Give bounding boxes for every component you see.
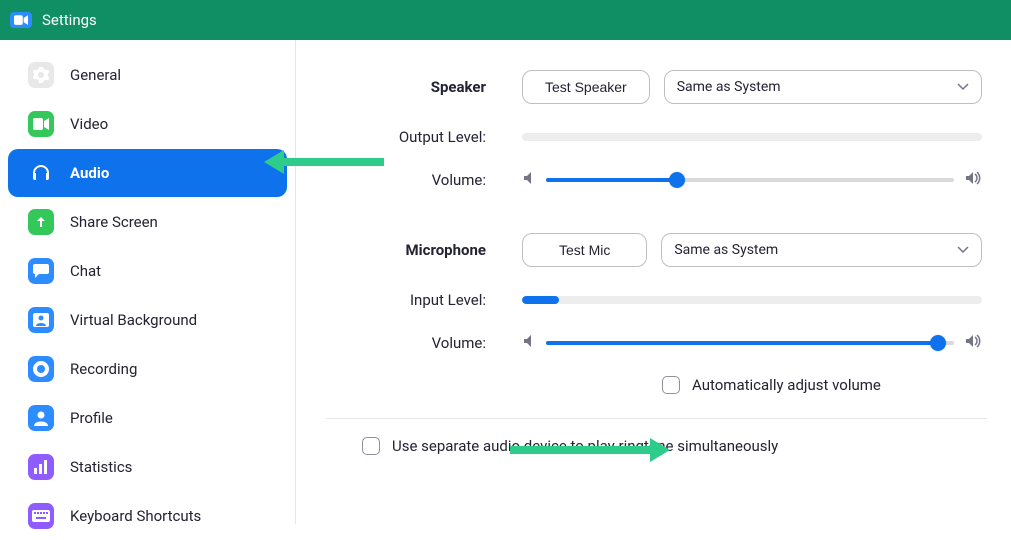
sidebar-item-label: Share Screen bbox=[70, 213, 158, 231]
divider bbox=[326, 418, 987, 419]
volume-low-icon bbox=[522, 333, 536, 352]
mic-volume-label: Volume: bbox=[326, 334, 486, 352]
volume-low-icon bbox=[522, 170, 536, 189]
sidebar-item-keyboard-shortcuts[interactable]: Keyboard Shortcuts bbox=[8, 492, 287, 540]
sidebar-item-virtual-background[interactable]: Virtual Background bbox=[8, 296, 287, 344]
gear-icon bbox=[28, 62, 54, 88]
sidebar-item-label: Profile bbox=[70, 409, 113, 427]
settings-pane-audio: Speaker Test Speaker Same as System Outp… bbox=[296, 40, 1011, 524]
chevron-down-icon bbox=[957, 242, 969, 258]
virtual-background-icon bbox=[28, 307, 54, 333]
share-screen-icon bbox=[28, 209, 54, 235]
sidebar-item-label: Audio bbox=[70, 164, 109, 182]
sidebar-item-share-screen[interactable]: Share Screen bbox=[8, 198, 287, 246]
chat-icon bbox=[28, 258, 54, 284]
mic-input-level-meter bbox=[522, 296, 982, 304]
mic-device-select[interactable]: Same as System bbox=[661, 233, 982, 267]
speaker-volume-slider[interactable] bbox=[546, 178, 954, 182]
volume-high-icon bbox=[964, 333, 982, 352]
sidebar-item-statistics[interactable]: Statistics bbox=[8, 443, 287, 491]
checkbox-box bbox=[362, 437, 380, 455]
sidebar-item-label: Video bbox=[70, 115, 108, 133]
volume-high-icon bbox=[964, 170, 982, 189]
sidebar-item-label: Keyboard Shortcuts bbox=[70, 507, 201, 525]
sidebar-item-label: General bbox=[70, 66, 121, 84]
chevron-down-icon bbox=[957, 79, 969, 95]
keyboard-icon bbox=[28, 503, 54, 529]
separate-ringtone-device-checkbox[interactable]: Use separate audio device to play ringto… bbox=[362, 437, 987, 455]
app-icon bbox=[10, 12, 32, 28]
sidebar-item-video[interactable]: Video bbox=[8, 100, 287, 148]
mic-volume-thumb[interactable] bbox=[930, 335, 946, 351]
checkbox-box bbox=[662, 376, 680, 394]
speaker-device-value: Same as System bbox=[677, 79, 781, 95]
headphones-icon bbox=[28, 160, 54, 186]
auto-adjust-volume-label: Automatically adjust volume bbox=[692, 376, 881, 394]
window-title: Settings bbox=[42, 11, 97, 29]
sidebar-item-label: Recording bbox=[70, 360, 137, 378]
video-icon bbox=[28, 111, 54, 137]
sidebar: General Video Audio Share Screen Chat bbox=[0, 40, 296, 524]
auto-adjust-volume-checkbox[interactable]: Automatically adjust volume bbox=[662, 376, 881, 394]
input-level-label: Input Level: bbox=[326, 291, 486, 309]
mic-input-level-fill bbox=[522, 296, 559, 304]
speaker-volume-label: Volume: bbox=[326, 171, 486, 189]
sidebar-item-chat[interactable]: Chat bbox=[8, 247, 287, 295]
speaker-heading: Speaker bbox=[326, 78, 486, 96]
separate-ringtone-device-label: Use separate audio device to play ringto… bbox=[392, 437, 778, 455]
mic-volume-slider[interactable] bbox=[546, 341, 954, 345]
profile-icon bbox=[28, 405, 54, 431]
output-level-label: Output Level: bbox=[326, 128, 486, 146]
titlebar: Settings bbox=[0, 0, 1011, 40]
sidebar-item-label: Chat bbox=[70, 262, 101, 280]
statistics-icon bbox=[28, 454, 54, 480]
sidebar-item-label: Virtual Background bbox=[70, 311, 197, 329]
speaker-output-level-meter bbox=[522, 133, 982, 141]
sidebar-item-profile[interactable]: Profile bbox=[8, 394, 287, 442]
sidebar-item-label: Statistics bbox=[70, 458, 132, 476]
recording-icon bbox=[28, 356, 54, 382]
speaker-volume-thumb[interactable] bbox=[669, 172, 685, 188]
speaker-device-select[interactable]: Same as System bbox=[664, 70, 982, 104]
sidebar-item-audio[interactable]: Audio bbox=[8, 149, 287, 197]
test-mic-button[interactable]: Test Mic bbox=[522, 233, 647, 267]
test-speaker-button[interactable]: Test Speaker bbox=[522, 70, 650, 104]
sidebar-item-general[interactable]: General bbox=[8, 51, 287, 99]
sidebar-item-recording[interactable]: Recording bbox=[8, 345, 287, 393]
microphone-heading: Microphone bbox=[326, 241, 486, 259]
mic-device-value: Same as System bbox=[674, 242, 778, 258]
